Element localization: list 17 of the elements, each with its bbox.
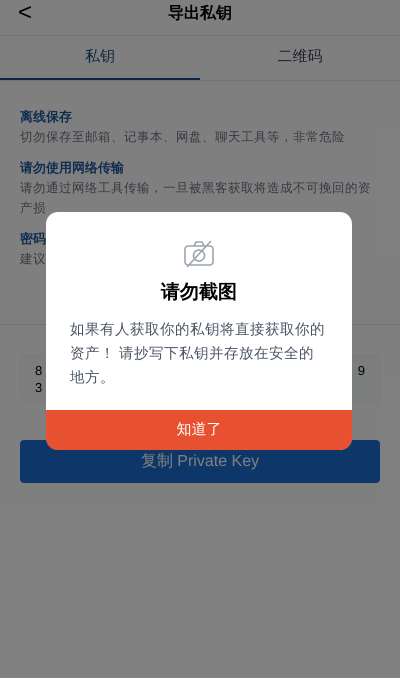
key-text: 9 [358,362,365,379]
section-heading: 请勿使用网络传输 [20,159,124,177]
section-text: 切勿保存至邮箱、记事本、网盘、聊天工具等，非常危险 [20,129,345,146]
key-text: 3 [35,379,42,396]
section-heading: 离线保存 [20,108,72,126]
key-text: 8 [35,362,42,379]
back-button[interactable]: < [18,0,32,26]
section-text: 请勿通过网络工具传输，一旦被黑客获取将造成不可挽回的资产损 [20,180,372,217]
tab[interactable]: 二维码 [200,36,400,80]
section-text: 建议 [20,251,46,268]
got-it-button[interactable]: 知道了 [46,410,352,450]
dialog-title: 请勿截图 [161,281,237,305]
dialog-message: 如果有人获取你的私钥将直接获取你的资产！ 请抄写下私钥并存放在安全的地方。 [69,321,326,388]
section-heading: 密码 [20,230,46,248]
page-title: 导出私钥 [168,4,232,24]
no-camera-icon [183,240,215,268]
tab[interactable]: 私钥 [0,36,200,80]
